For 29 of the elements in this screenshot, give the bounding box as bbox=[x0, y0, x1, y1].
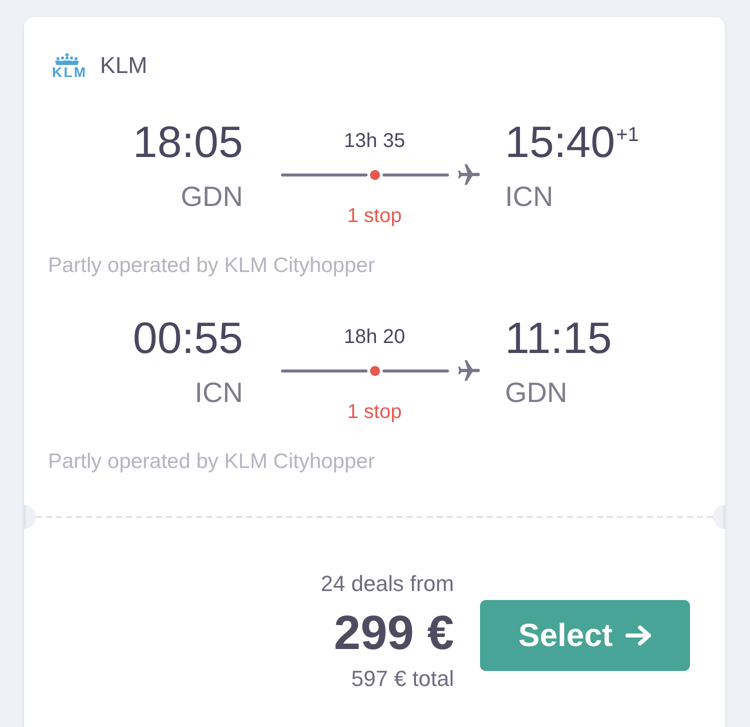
flight-duration: 13h 35 bbox=[342, 129, 406, 153]
departure-time: 00:55 bbox=[132, 315, 243, 363]
stops-label: 1 stop bbox=[346, 400, 403, 424]
plane-icon bbox=[457, 164, 481, 186]
flight-duration: 18h 20 bbox=[342, 325, 406, 349]
ticket-notch-icon bbox=[24, 505, 36, 529]
ticket-notch-icon bbox=[713, 505, 725, 529]
plane-icon bbox=[457, 360, 481, 382]
arrival-airport-code: ICN bbox=[505, 180, 554, 214]
arrival-time: 11:15 bbox=[505, 315, 612, 363]
departure-time: 18:05 bbox=[132, 119, 243, 167]
operator-note: Partly operated by KLM Cityhopper bbox=[48, 254, 376, 278]
total-price: 597 € total bbox=[350, 666, 454, 692]
day-offset-label: +1 bbox=[616, 123, 639, 147]
arrival-airport-code: GDN bbox=[505, 376, 568, 410]
arrow-right-icon bbox=[624, 625, 652, 646]
logo-wordmark: KLM bbox=[52, 66, 88, 78]
operator-note: Partly operated by KLM Cityhopper bbox=[48, 450, 376, 474]
deals-count: 24 deals from bbox=[320, 571, 454, 597]
stops-label: 1 stop bbox=[346, 204, 403, 228]
crown-icon bbox=[52, 52, 82, 64]
stop-dot-icon bbox=[370, 366, 380, 376]
airline-name: KLM bbox=[100, 51, 148, 79]
price-amount: 299 € bbox=[332, 608, 454, 660]
departure-airport-code: ICN bbox=[194, 376, 243, 410]
select-button[interactable]: Select bbox=[480, 600, 690, 671]
arrival-time: 15:40 bbox=[505, 119, 616, 167]
stop-dot-icon bbox=[370, 170, 380, 180]
departure-airport-code: GDN bbox=[180, 180, 243, 214]
